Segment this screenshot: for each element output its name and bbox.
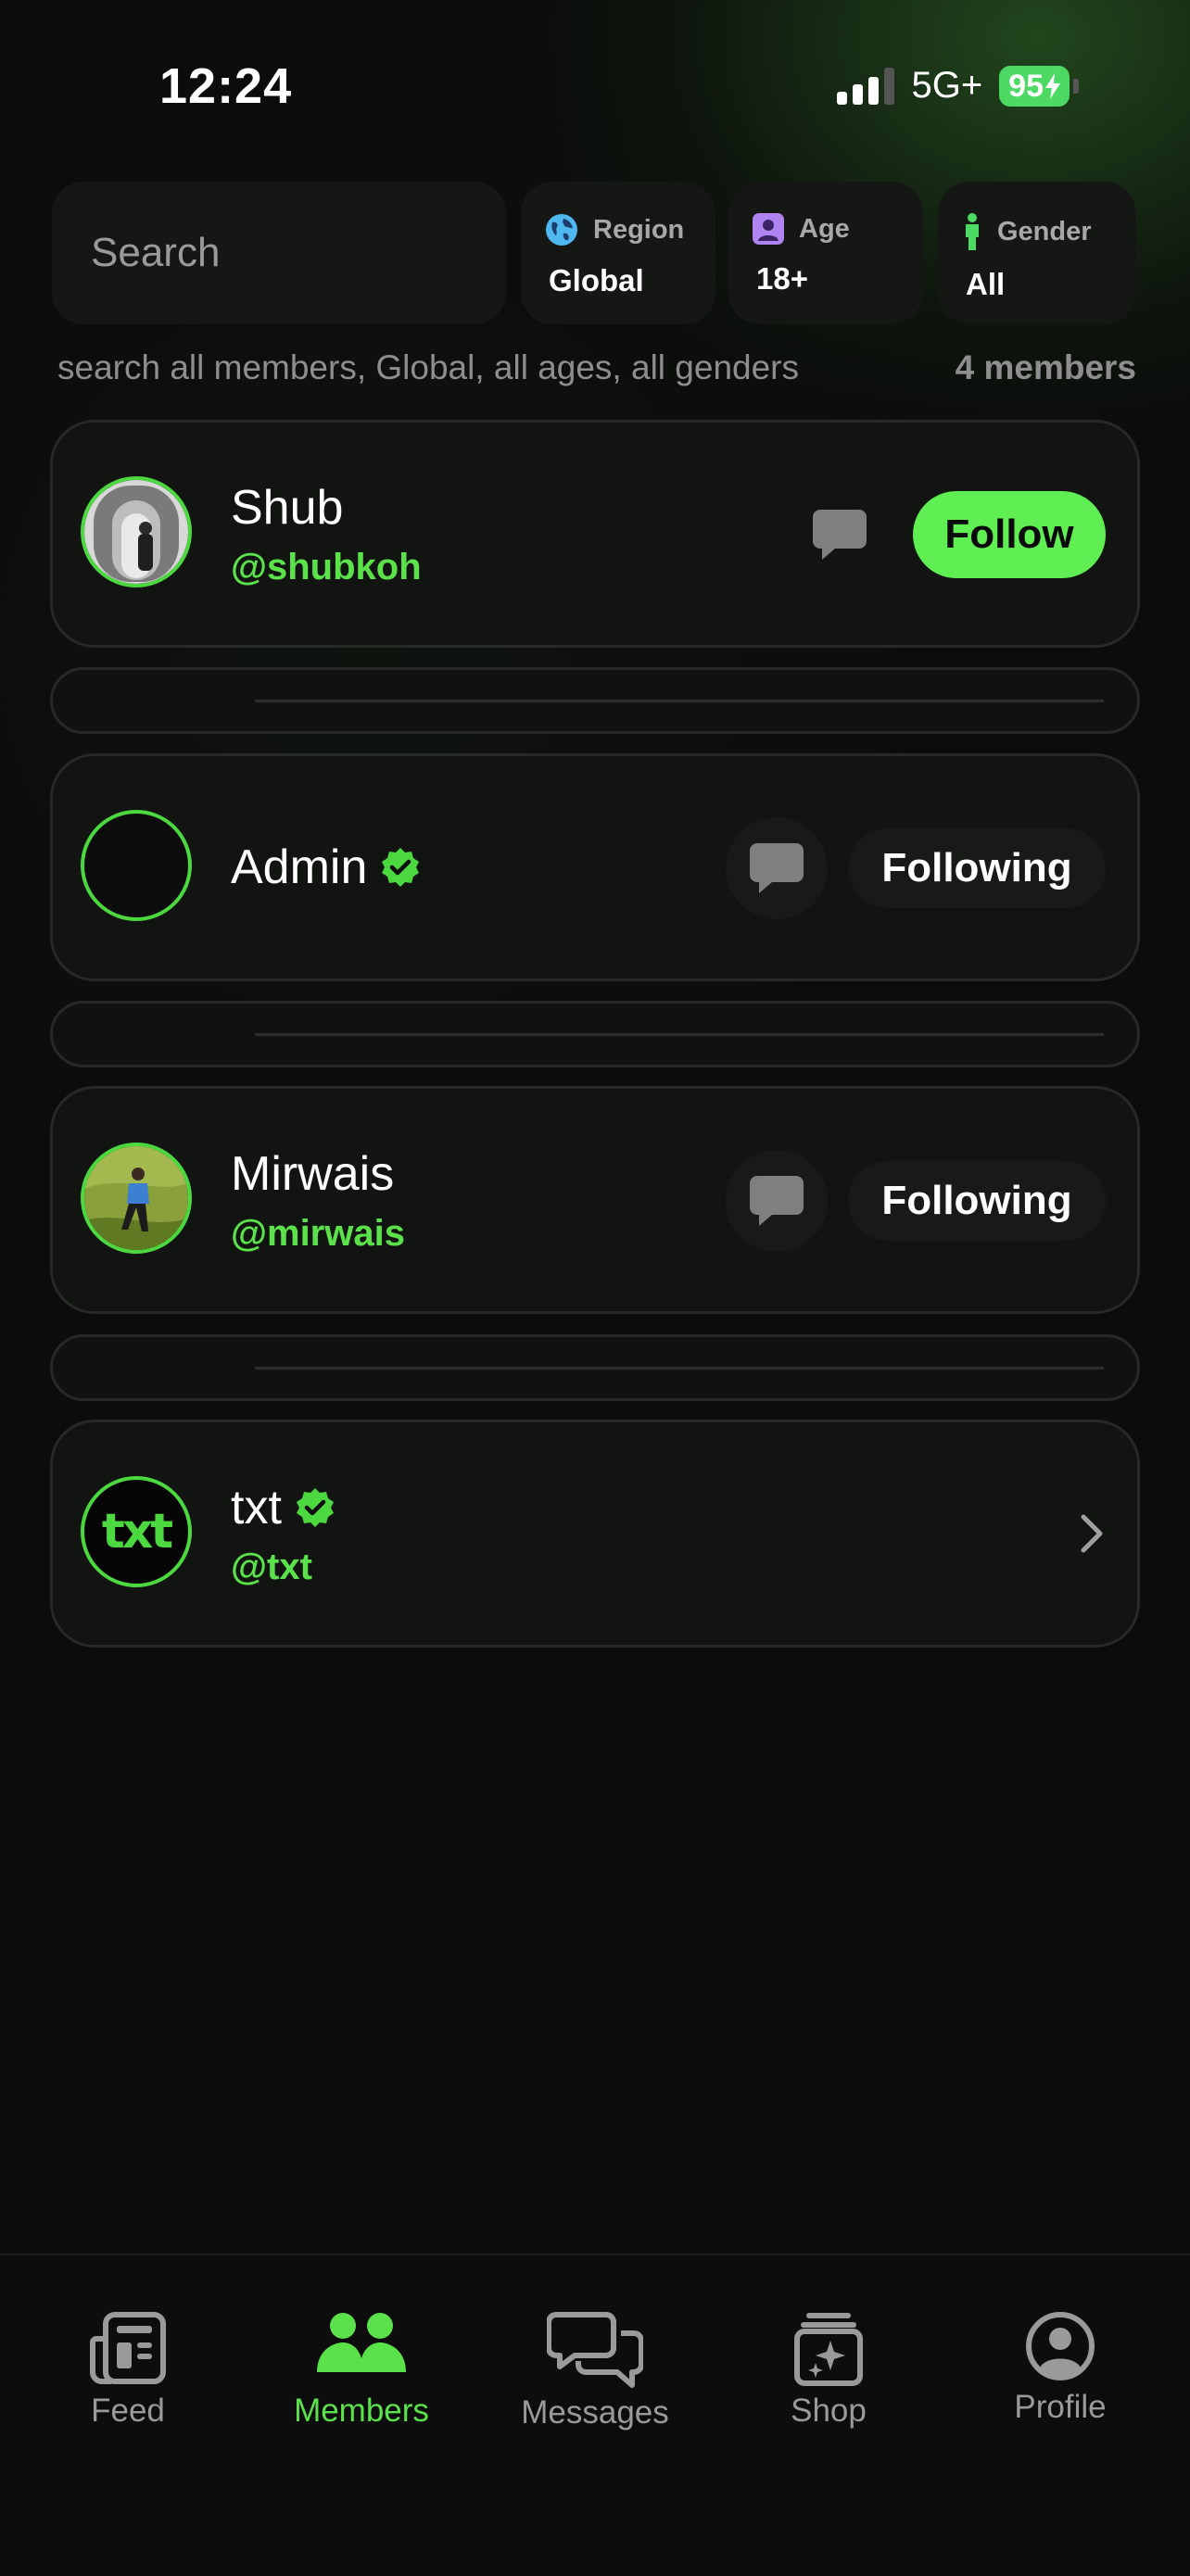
charging-bolt-icon [1045, 72, 1060, 99]
tab-profile-label: Profile [1014, 2389, 1107, 2425]
search-input[interactable] [89, 229, 482, 277]
filter-summary: search all members, Global, all ages, al… [57, 348, 799, 386]
tab-members-label: Members [294, 2393, 429, 2429]
message-button[interactable] [726, 817, 828, 919]
message-button[interactable] [726, 1150, 828, 1252]
avatar-photo [84, 1146, 188, 1250]
member-card[interactable]: Admin Following [50, 753, 1140, 981]
chat-bubble-icon [750, 1176, 804, 1226]
divider-row [50, 1001, 1140, 1067]
filter-gender[interactable]: Gender All [938, 182, 1136, 324]
member-handle: @shubkoh [231, 547, 422, 587]
following-button[interactable]: Following [848, 1161, 1106, 1241]
tab-messages[interactable]: Messages [502, 2311, 688, 2431]
tab-feed[interactable]: Feed [35, 2311, 221, 2430]
shop-sparkle-icon [794, 2313, 863, 2386]
person-icon [966, 213, 979, 250]
message-button[interactable] [789, 484, 891, 586]
person-card-icon [753, 213, 784, 245]
tab-shop[interactable]: Shop [736, 2311, 921, 2430]
member-card[interactable]: Shub @shubkoh Follow [50, 420, 1140, 648]
battery-icon: 95 [999, 65, 1079, 107]
avatar: txt [81, 1476, 192, 1587]
tab-profile[interactable]: Profile [968, 2311, 1153, 2426]
member-name: Mirwais [231, 1147, 395, 1201]
tab-feed-label: Feed [91, 2393, 165, 2429]
avatar-photo [84, 480, 188, 584]
signal-icon [837, 67, 895, 105]
battery-level: 95 [1008, 68, 1044, 104]
tab-shop-label: Shop [791, 2393, 867, 2429]
status-indicators: 5G+ 95 [837, 65, 1079, 107]
filter-gender-label: Gender [997, 216, 1092, 246]
member-name: txt [231, 1481, 282, 1534]
follow-button[interactable]: Follow [913, 491, 1106, 578]
globe-icon [546, 214, 577, 246]
chat-bubble-icon [813, 510, 867, 560]
divider-row [50, 1334, 1140, 1401]
people-icon [317, 2313, 406, 2372]
verified-badge-icon [382, 848, 420, 887]
filter-gender-value: All [966, 267, 1006, 301]
chevron-right-icon[interactable] [1078, 1511, 1106, 1556]
verified-badge-icon [296, 1488, 334, 1527]
member-card[interactable]: txt txt @txt [50, 1420, 1140, 1648]
member-name: Admin [231, 840, 368, 894]
member-handle: @mirwais [231, 1213, 405, 1254]
filter-region-label: Region [593, 214, 685, 245]
status-time: 12:24 [159, 58, 293, 114]
profile-circle-icon [1026, 2312, 1095, 2380]
newspaper-icon [90, 2312, 166, 2384]
filter-age-label: Age [799, 213, 850, 244]
tab-messages-label: Messages [521, 2394, 669, 2431]
network-type: 5G+ [911, 65, 983, 106]
search-box[interactable] [52, 182, 506, 324]
filter-age[interactable]: Age 18+ [728, 182, 923, 324]
divider-row [50, 667, 1140, 734]
filter-region[interactable]: Region Global [521, 182, 715, 324]
tab-bar: Feed Members Messages Shop Profile [0, 2254, 1190, 2576]
chat-bubble-icon [750, 843, 804, 893]
filter-age-value: 18+ [756, 261, 808, 296]
member-handle: @txt [231, 1547, 312, 1587]
avatar [81, 1143, 192, 1254]
member-name: Shub [231, 481, 344, 535]
avatar-logo-text: txt [101, 1504, 173, 1559]
avatar [81, 810, 192, 921]
filter-region-value: Global [549, 263, 644, 297]
following-button[interactable]: Following [848, 828, 1106, 908]
member-card[interactable]: Mirwais @mirwais Following [50, 1086, 1140, 1314]
tab-members[interactable]: Members [269, 2311, 454, 2430]
avatar [81, 476, 192, 587]
member-count: 4 members [955, 348, 1136, 386]
chat-bubbles-icon [547, 2312, 643, 2388]
